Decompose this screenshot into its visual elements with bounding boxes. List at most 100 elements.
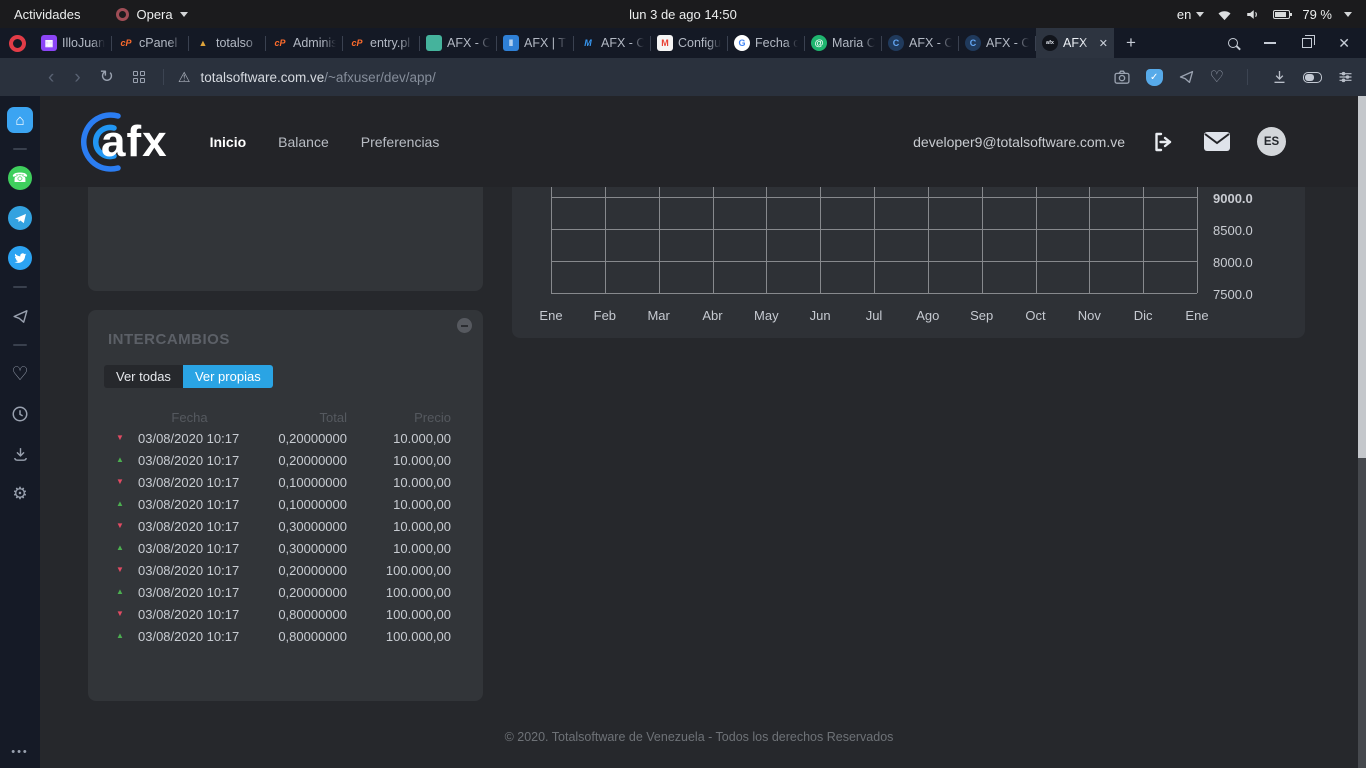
grid-vline bbox=[874, 187, 875, 293]
forward-icon[interactable]: › bbox=[64, 68, 90, 87]
snapshot-camera-icon[interactable] bbox=[1113, 69, 1131, 85]
logout-icon[interactable] bbox=[1151, 130, 1177, 154]
sidebar-item-downloads[interactable] bbox=[6, 440, 34, 468]
mail-icon[interactable] bbox=[1203, 131, 1231, 152]
x-axis-tick: Feb bbox=[594, 308, 616, 323]
opera-menu-icon[interactable] bbox=[9, 35, 26, 52]
afx-logo[interactable]: afx bbox=[80, 111, 168, 173]
totalsoftware-favicon: ▲ bbox=[195, 35, 211, 51]
site-info-warning-icon[interactable]: ⚠ bbox=[172, 69, 201, 86]
up-triangle-icon: ▲ bbox=[112, 500, 132, 508]
cell-precio: 100.000,00 bbox=[347, 585, 451, 600]
my-flow-send-icon[interactable] bbox=[1178, 69, 1195, 85]
google-favicon: G bbox=[734, 35, 750, 51]
tab-close-icon[interactable]: ✕ bbox=[1097, 37, 1108, 50]
clock[interactable]: lun 3 de ago 14:50 bbox=[0, 7, 1366, 22]
leaf-favicon bbox=[426, 35, 442, 51]
browser-tab[interactable]: @Maria C bbox=[805, 28, 881, 58]
sidebar-separator bbox=[13, 344, 27, 346]
reload-icon[interactable]: ↻ bbox=[91, 67, 123, 87]
x-axis-tick: Abr bbox=[702, 308, 722, 323]
sidebar-item-my-flow[interactable] bbox=[6, 302, 34, 330]
bookmarks-heart-icon: ♡ bbox=[11, 363, 28, 386]
battery-icon[interactable] bbox=[1273, 10, 1290, 19]
tab-label: Fecha c bbox=[755, 36, 798, 50]
new-tab-button[interactable]: + bbox=[1126, 33, 1136, 53]
divider bbox=[163, 69, 164, 85]
settings-gear-icon: ⚙ bbox=[12, 484, 27, 504]
tab-tiles-icon[interactable] bbox=[123, 71, 155, 83]
battery-saver-icon[interactable] bbox=[1303, 72, 1322, 83]
scrollbar-thumb[interactable] bbox=[1358, 96, 1366, 458]
grid-vline bbox=[982, 187, 983, 293]
nav-item-preferencias[interactable]: Preferencias bbox=[361, 134, 440, 150]
grid-vline bbox=[551, 187, 552, 293]
browser-tab[interactable]: CAFX - C bbox=[959, 28, 1035, 58]
sidebar-item-bookmarks-heart[interactable]: ♡ bbox=[6, 360, 34, 388]
cell-total: 0,30000000 bbox=[247, 519, 347, 534]
nav-item-balance[interactable]: Balance bbox=[278, 134, 329, 150]
browser-tab[interactable]: CAFX - C bbox=[882, 28, 958, 58]
grid-hline bbox=[551, 293, 1197, 294]
browser-tab[interactable]: ‖AFX | T bbox=[497, 28, 573, 58]
sidebar-item-history-clock[interactable] bbox=[6, 400, 34, 428]
browser-tab[interactable]: cPcPanel bbox=[112, 28, 188, 58]
browser-tab[interactable]: afxAFX✕ bbox=[1036, 28, 1114, 58]
back-icon[interactable]: ‹ bbox=[38, 68, 64, 87]
up-triangle-icon: ▲ bbox=[112, 588, 132, 596]
blue-c-favicon: C bbox=[965, 35, 981, 51]
browser-tab[interactable]: AFX - C bbox=[420, 28, 496, 58]
tab-label: Configu bbox=[678, 36, 721, 50]
cell-precio: 10.000,00 bbox=[347, 475, 451, 490]
table-header-row: FechaTotalPrecio bbox=[112, 407, 451, 427]
monday-favicon: M bbox=[580, 35, 596, 51]
cell-precio: 10.000,00 bbox=[347, 541, 451, 556]
col-header-fecha: Fecha bbox=[132, 410, 247, 425]
x-axis-tick: Jun bbox=[810, 308, 831, 323]
nav-item-inicio[interactable]: Inicio bbox=[210, 134, 247, 150]
table-row: ▼03/08/2020 10:170,80000000100.000,00 bbox=[112, 603, 451, 625]
tab-label: Maria C bbox=[832, 36, 875, 50]
browser-tab[interactable]: MAFX - C bbox=[574, 28, 650, 58]
url-field[interactable]: totalsoftware.com.ve/~afxuser/dev/app/ bbox=[200, 70, 435, 85]
up-triangle-icon: ▲ bbox=[112, 544, 132, 552]
cpanel-favicon: cP bbox=[349, 35, 365, 51]
search-icon[interactable] bbox=[1228, 38, 1238, 48]
tab-label: entry.pl bbox=[370, 36, 413, 50]
sidebar-item-telegram[interactable] bbox=[6, 204, 34, 232]
bookmark-heart-icon[interactable]: ♡ bbox=[1210, 67, 1224, 87]
browser-tab[interactable]: cPAdminis bbox=[266, 28, 342, 58]
minimize-icon[interactable] bbox=[1264, 42, 1276, 44]
down-triangle-icon: ▼ bbox=[112, 522, 132, 530]
vpn-shield-icon[interactable]: ✓ bbox=[1146, 69, 1163, 86]
close-window-icon[interactable]: ✕ bbox=[1338, 35, 1350, 52]
up-triangle-icon: ▲ bbox=[112, 456, 132, 464]
user-email: developer9@totalsoftware.com.ve bbox=[913, 134, 1125, 150]
filter-ver-todas[interactable]: Ver todas bbox=[104, 365, 183, 388]
table-row: ▲03/08/2020 10:170,3000000010.000,00 bbox=[112, 537, 451, 559]
browser-tab[interactable]: G Fecha c bbox=[728, 28, 804, 58]
tab-strip: ▦IlloJuancPcPanel▲totalsocPAdminis cP entr… bbox=[35, 28, 1114, 58]
sidebar-item-whatsapp[interactable]: ☎ bbox=[6, 164, 34, 192]
browser-tab[interactable]: cP entry.pl bbox=[343, 28, 419, 58]
browser-tab[interactable]: ▲totalso bbox=[189, 28, 265, 58]
collapse-panel-icon[interactable] bbox=[457, 318, 472, 333]
filter-ver-propias[interactable]: Ver propias bbox=[183, 365, 273, 388]
maximize-icon[interactable] bbox=[1302, 38, 1312, 48]
sidebar-item-settings-gear[interactable]: ⚙ bbox=[6, 480, 34, 508]
browser-tab[interactable]: ▦IlloJuan bbox=[35, 28, 111, 58]
gmail-favicon: M bbox=[657, 35, 673, 51]
sidebar-more-icon[interactable]: ••• bbox=[11, 746, 29, 758]
trello-favicon: ‖ bbox=[503, 35, 519, 51]
browser-tab[interactable]: M Configu bbox=[651, 28, 727, 58]
sidebar-icons-host: ⌂ ☎ ♡ ⚙ bbox=[6, 106, 34, 520]
avatar[interactable]: ES bbox=[1257, 127, 1286, 156]
sidebar-item-speed-dial-home[interactable]: ⌂ bbox=[6, 106, 34, 134]
price-chart-panel: 9000.08500.08000.07500.0 EneFebMarAbrMay… bbox=[512, 187, 1305, 338]
exchanges-table: FechaTotalPrecio▼03/08/2020 10:170,20000… bbox=[112, 407, 451, 647]
downloads-icon[interactable] bbox=[1271, 69, 1288, 85]
sidebar-setup-icon[interactable] bbox=[1337, 69, 1354, 85]
downloads-icon bbox=[12, 446, 29, 463]
x-axis-tick: Ago bbox=[916, 308, 939, 323]
sidebar-item-twitter[interactable] bbox=[6, 244, 34, 272]
